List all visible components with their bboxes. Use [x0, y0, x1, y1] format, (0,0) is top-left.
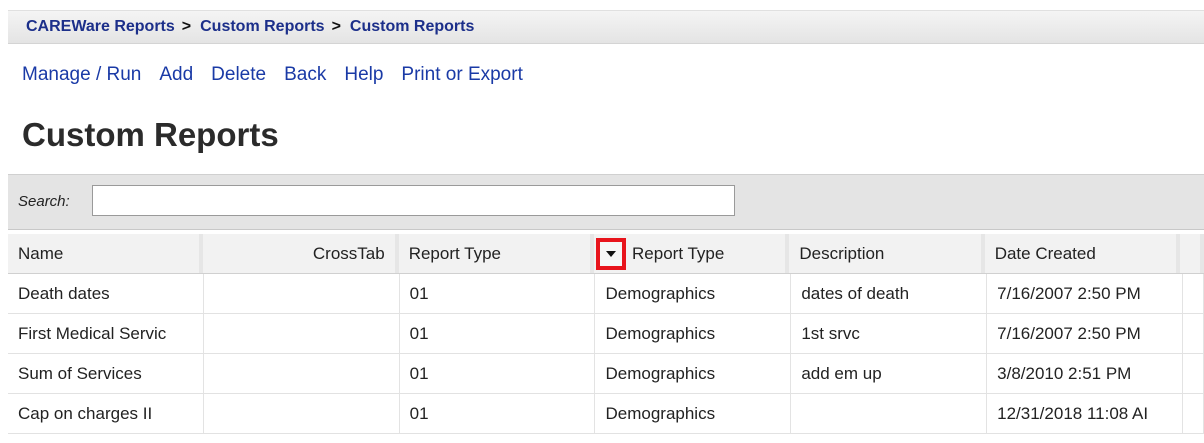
- cell-report-type: Demographics: [595, 354, 792, 393]
- menu-manage-run[interactable]: Manage / Run: [22, 64, 141, 86]
- cell-report-type: Demographics: [595, 394, 792, 433]
- page-title: Custom Reports: [22, 116, 279, 153]
- search-bar: Search:: [8, 174, 1204, 230]
- search-label: Search:: [18, 193, 70, 210]
- cell-report-type: Demographics: [595, 314, 792, 353]
- cell-crosstab: [204, 394, 400, 433]
- table-header-row: Name CrossTab Report Type Report Type De…: [8, 234, 1204, 274]
- column-header-crosstab[interactable]: CrossTab: [203, 234, 399, 273]
- menu-print-export[interactable]: Print or Export: [401, 64, 522, 86]
- cell-report-type-code: 01: [400, 314, 596, 353]
- breadcrumb-separator: >: [331, 18, 341, 35]
- cell-report-type-code: 01: [400, 354, 596, 393]
- column-header-description[interactable]: Description: [789, 234, 985, 273]
- cell-extra: [1183, 394, 1204, 433]
- cell-date-created: 12/31/2018 11:08 AI: [987, 394, 1183, 433]
- cell-name: First Medical Servic: [8, 314, 204, 353]
- cell-crosstab: [204, 354, 400, 393]
- column-header-date-created[interactable]: Date Created: [985, 234, 1181, 273]
- cell-date-created: 7/16/2007 2:50 PM: [987, 314, 1183, 353]
- chevron-down-icon: [606, 250, 617, 257]
- cell-crosstab: [204, 314, 400, 353]
- menu-help[interactable]: Help: [344, 64, 383, 86]
- breadcrumb-separator: >: [181, 18, 192, 35]
- cell-report-type-code: 01: [400, 394, 596, 433]
- breadcrumb-careware-reports[interactable]: CAREWare Reports: [26, 18, 175, 36]
- column-header-report-type-code[interactable]: Report Type: [399, 234, 595, 273]
- breadcrumb: CAREWare Reports > Custom Reports > Cust…: [8, 10, 1204, 44]
- cell-report-type-code: 01: [400, 274, 596, 313]
- column-header-report-type[interactable]: Report Type: [594, 234, 790, 273]
- search-input[interactable]: [92, 185, 735, 216]
- cell-date-created: 7/16/2007 2:50 PM: [987, 274, 1183, 313]
- column-dropdown-button[interactable]: [596, 237, 627, 270]
- cell-crosstab: [204, 274, 400, 313]
- cell-extra: [1183, 314, 1204, 353]
- cell-name: Death dates: [8, 274, 204, 313]
- cell-date-created: 3/8/2010 2:51 PM: [987, 354, 1183, 393]
- menu-delete[interactable]: Delete: [211, 64, 266, 86]
- cell-name: Cap on charges II: [8, 394, 204, 433]
- breadcrumb-custom-reports[interactable]: Custom Reports: [200, 18, 324, 36]
- menu-add[interactable]: Add: [159, 64, 193, 86]
- reports-table: Name CrossTab Report Type Report Type De…: [8, 234, 1204, 434]
- table-row[interactable]: Sum of Services 01 Demographics add em u…: [8, 354, 1204, 394]
- table-row[interactable]: Death dates 01 Demographics dates of dea…: [8, 274, 1204, 314]
- table-row[interactable]: First Medical Servic 01 Demographics 1st…: [8, 314, 1204, 354]
- cell-description: add em up: [791, 354, 988, 393]
- breadcrumb-custom-reports-current[interactable]: Custom Reports: [350, 18, 474, 36]
- cell-extra: [1183, 354, 1204, 393]
- action-menu: Manage / Run Add Delete Back Help Print …: [8, 56, 1204, 94]
- cell-extra: [1183, 274, 1204, 313]
- table-row[interactable]: Cap on charges II 01 Demographics 12/31/…: [8, 394, 1204, 434]
- cell-description: dates of death: [791, 274, 988, 313]
- column-header-name[interactable]: Name: [8, 234, 204, 273]
- column-header-extra: [1180, 234, 1204, 273]
- column-header-label: Report Type: [632, 243, 725, 263]
- cell-description: 1st srvc: [791, 314, 988, 353]
- cell-report-type: Demographics: [595, 274, 792, 313]
- cell-description: [791, 394, 988, 433]
- menu-back[interactable]: Back: [284, 64, 326, 86]
- cell-name: Sum of Services: [8, 354, 204, 393]
